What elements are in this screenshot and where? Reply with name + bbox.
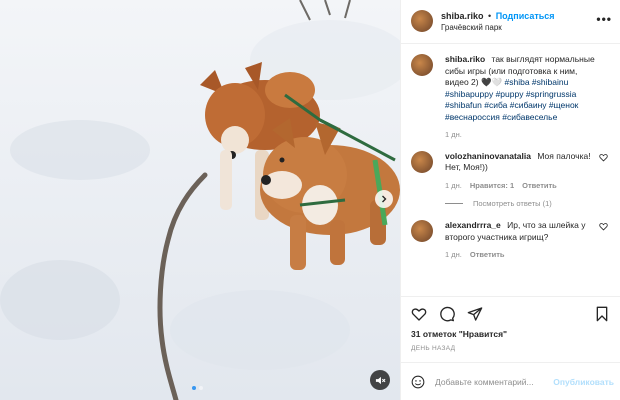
comment-input[interactable] — [435, 376, 545, 387]
likes-label: "Нравится" — [458, 329, 508, 339]
publish-button[interactable]: Опубликовать — [553, 377, 614, 387]
speaker-muted-icon — [375, 376, 385, 384]
replies-line — [445, 203, 463, 204]
mute-button[interactable] — [370, 370, 390, 390]
more-options-button[interactable]: ••• — [596, 12, 612, 26]
comment-avatar[interactable] — [411, 220, 433, 242]
carousel-dot — [199, 386, 203, 390]
comment-username[interactable]: volozhaninovanatalia — [445, 151, 531, 161]
reply-button[interactable]: Ответить — [470, 249, 505, 261]
comments-list[interactable]: shiba.riko так выглядят нормальные сибы … — [401, 44, 620, 296]
author-info: shiba.riko • Подписаться Грачёвский парк — [441, 10, 555, 34]
post-date: ДЕНЬ НАЗАД — [411, 345, 456, 352]
video-frame-shiba-dogs-in-snow — [0, 0, 400, 400]
carousel-indicator — [192, 386, 203, 390]
comment-like-heart-icon[interactable] — [599, 222, 608, 231]
caption-avatar[interactable] — [411, 54, 433, 76]
save-bookmark-icon[interactable] — [594, 306, 610, 322]
comment-bubble-icon[interactable] — [439, 306, 455, 322]
chevron-right-icon — [382, 195, 387, 203]
carousel-dot-active — [192, 386, 196, 390]
post-side-panel: shiba.riko • Подписаться Грачёвский парк… — [400, 0, 620, 400]
caption-username[interactable]: shiba.riko — [445, 54, 485, 64]
likes-count[interactable]: 31 отметок "Нравится" — [411, 329, 610, 339]
comment-meta: 1 дн. Ответить — [445, 249, 600, 261]
comment-item: volozhaninovanatalia Моя палочка! Нет, М… — [411, 150, 610, 192]
follow-button[interactable]: Подписаться — [496, 11, 555, 21]
add-comment-bar: Опубликовать — [401, 362, 620, 400]
view-replies-button[interactable]: Посмотреть ответы (1) — [445, 199, 610, 208]
comment-time[interactable]: 1 дн. — [445, 249, 462, 261]
caption-body: shiba.riko так выглядят нормальные сибы … — [445, 54, 600, 141]
comment-avatar[interactable] — [411, 150, 433, 173]
post-header: shiba.riko • Подписаться Грачёвский парк… — [401, 0, 620, 44]
caption-time[interactable]: 1 дн. — [445, 129, 462, 141]
caption-meta: 1 дн. — [445, 129, 600, 141]
comment-time[interactable]: 1 дн. — [445, 180, 462, 192]
instagram-post: shiba.riko • Подписаться Грачёвский парк… — [0, 0, 620, 400]
like-heart-icon[interactable] — [411, 306, 427, 322]
author-username[interactable]: shiba.riko — [441, 11, 484, 21]
comment-item: alexandrrra_e Ир, что за шлейка у второг… — [411, 220, 610, 261]
action-icons — [411, 303, 610, 325]
likes-number: 31 отметок — [411, 329, 457, 339]
emoji-smiley-icon[interactable] — [411, 375, 425, 389]
view-replies-label: Посмотреть ответы (1) — [473, 199, 552, 208]
post-video[interactable] — [0, 0, 400, 400]
next-slide-button[interactable] — [375, 190, 393, 208]
caption: shiba.riko так выглядят нормальные сибы … — [411, 54, 610, 141]
comment-meta: 1 дн. Нравится: 1 Ответить — [445, 180, 600, 192]
comment-likes[interactable]: Нравится: 1 — [470, 180, 514, 192]
comment-body: volozhaninovanatalia Моя палочка! Нет, М… — [445, 151, 600, 192]
share-paper-plane-icon[interactable] — [467, 306, 483, 322]
author-avatar[interactable] — [411, 10, 433, 32]
reply-button[interactable]: Ответить — [522, 180, 557, 192]
location-link[interactable]: Грачёвский парк — [441, 22, 555, 34]
comment-like-heart-icon[interactable] — [599, 153, 608, 162]
separator-dot: • — [488, 11, 492, 21]
comment-username[interactable]: alexandrrra_e — [445, 220, 501, 230]
post-actions: 31 отметок "Нравится" ДЕНЬ НАЗАД — [401, 296, 620, 362]
comment-body: alexandrrra_e Ир, что за шлейка у второг… — [445, 220, 600, 261]
